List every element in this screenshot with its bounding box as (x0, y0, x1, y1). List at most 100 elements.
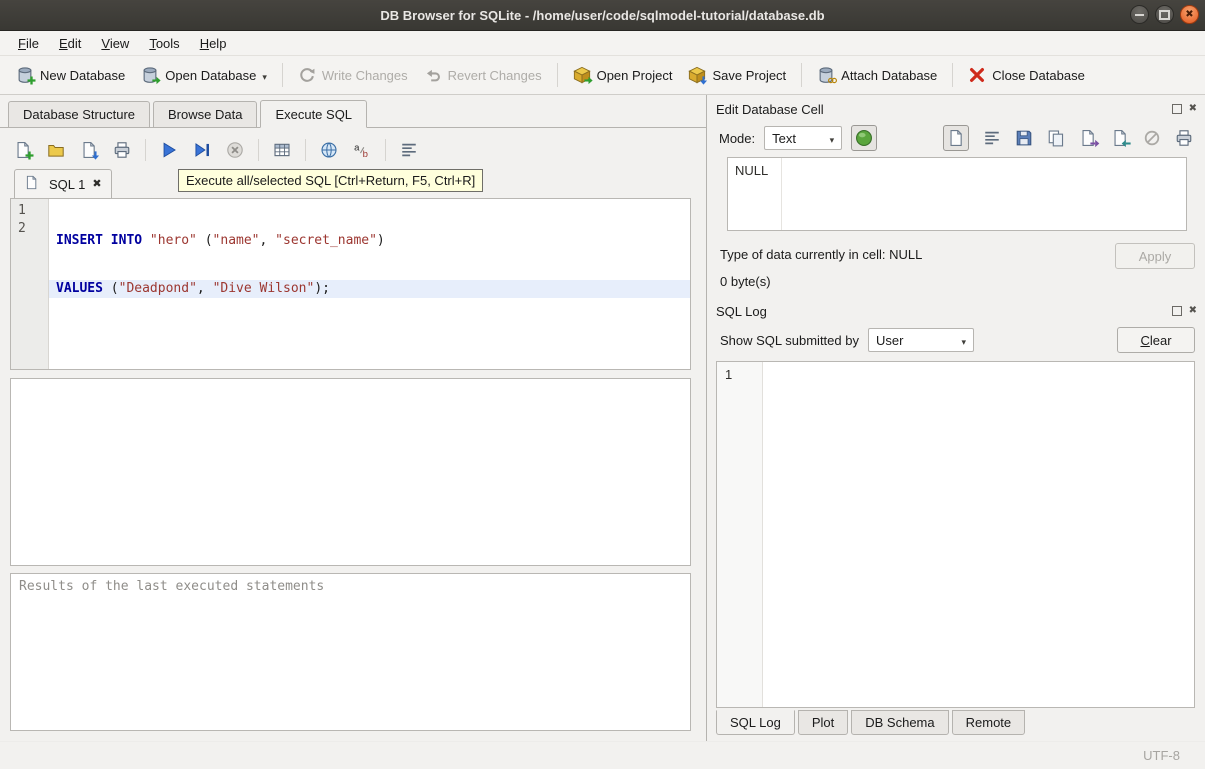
revert-changes-label: Revert Changes (448, 68, 542, 83)
tab-remote[interactable]: Remote (952, 710, 1026, 735)
stop-execution-button[interactable] (222, 137, 248, 163)
toolbar-separator (557, 63, 558, 87)
code-line-2: VALUES ("Deadpond", "Dive Wilson"); (49, 280, 690, 298)
close-tab-icon[interactable] (92, 178, 101, 190)
menu-file[interactable]: File (8, 34, 49, 53)
write-changes-button[interactable]: Write Changes (290, 61, 416, 89)
open-database-dropdown-icon[interactable] (262, 68, 267, 84)
text-doc-icon (947, 129, 965, 147)
execute-sql-tooltip: Execute all/selected SQL [Ctrl+Return, F… (178, 169, 483, 192)
maximize-button[interactable] (1155, 5, 1174, 24)
open-project-icon (573, 66, 591, 84)
new-database-button[interactable]: New Database (8, 61, 133, 89)
sql-token (142, 233, 150, 248)
set-null-icon[interactable] (1143, 129, 1161, 147)
revert-changes-button[interactable]: Revert Changes (416, 61, 550, 89)
sql-string: "Deadpond" (119, 281, 197, 296)
execute-line-button[interactable] (189, 137, 215, 163)
open-file-icon (47, 141, 65, 159)
sql-editor[interactable]: 1 2 INSERT INTO "hero" ("name", "secret_… (10, 198, 691, 370)
tab-execute-sql[interactable]: Execute SQL (260, 100, 367, 128)
apply-button[interactable]: Apply (1115, 243, 1195, 269)
cell-editor[interactable]: NULL (727, 157, 1187, 231)
window-title: DB Browser for SQLite - /home/user/code/… (380, 8, 824, 23)
close-dock-icon[interactable] (1189, 104, 1197, 114)
toolbar-separator (385, 139, 386, 161)
sql-token: ( (103, 281, 119, 296)
export-results-button[interactable] (269, 137, 295, 163)
dock-controls (1172, 104, 1197, 114)
format-sql-button[interactable] (396, 137, 422, 163)
execute-sql-button[interactable] (156, 137, 182, 163)
print-cell-icon[interactable] (1175, 129, 1193, 147)
cell-size-info: 0 byte(s) (707, 269, 1205, 297)
float-dock-icon[interactable] (1172, 306, 1182, 316)
minimize-button[interactable] (1130, 5, 1149, 24)
sql-doc-icon (24, 175, 42, 193)
mode-combobox[interactable]: Text (764, 126, 842, 150)
revert-changes-icon (424, 66, 442, 84)
tab-db-schema[interactable]: DB Schema (851, 710, 948, 735)
window-controls (1130, 5, 1199, 24)
results-message-box[interactable]: Results of the last executed statements (10, 573, 691, 731)
main-tab-bar: Database Structure Browse Data Execute S… (0, 95, 706, 127)
save-project-button[interactable]: Save Project (680, 61, 794, 89)
log-gutter: 1 (717, 362, 763, 707)
mode-label: Mode: (719, 131, 755, 146)
tab-database-structure[interactable]: Database Structure (8, 101, 150, 128)
toolbar-separator (282, 63, 283, 87)
menu-view[interactable]: View (91, 34, 139, 53)
editor-gutter: 1 2 (11, 199, 49, 369)
export-cell-icon[interactable] (1079, 129, 1097, 147)
main-toolbar: New Database Open Database Write Changes… (0, 56, 1205, 95)
toolbar-separator (952, 63, 953, 87)
globe-icon (320, 141, 338, 159)
cell-type-info: Type of data currently in cell: NULL (720, 243, 1115, 262)
new-sql-tab-button[interactable] (10, 137, 36, 163)
combo-arrow-icon (830, 131, 835, 146)
save-sql-file-button[interactable] (76, 137, 102, 163)
text-mode-button[interactable] (943, 125, 969, 151)
cell-info-row: Type of data currently in cell: NULL App… (707, 237, 1205, 269)
tab-sql-log[interactable]: SQL Log (716, 710, 795, 735)
import-cell-icon[interactable] (1111, 129, 1129, 147)
find-replace-button[interactable] (349, 137, 375, 163)
sql-tab-1[interactable]: SQL 1 (14, 169, 112, 198)
results-grid[interactable] (10, 378, 691, 566)
submitted-by-combobox[interactable]: User (868, 328, 974, 352)
open-sql-file-button[interactable] (43, 137, 69, 163)
open-browser-tab-button[interactable] (316, 137, 342, 163)
attach-database-button[interactable]: Attach Database (809, 61, 945, 89)
tab-plot[interactable]: Plot (798, 710, 848, 735)
cell-value: NULL (735, 163, 768, 178)
close-icon (1185, 10, 1193, 20)
close-database-button[interactable]: Close Database (960, 61, 1093, 89)
editor-code[interactable]: INSERT INTO "hero" ("name", "secret_name… (49, 199, 690, 369)
copy-cell-icon[interactable] (1047, 129, 1065, 147)
print-sql-button[interactable] (109, 137, 135, 163)
sql-log-view[interactable]: 1 (716, 361, 1195, 708)
float-dock-icon[interactable] (1172, 104, 1182, 114)
sql-string: "secret_name" (275, 233, 377, 248)
apply-cell-changes-button[interactable] (851, 125, 877, 151)
mode-value: Text (772, 131, 796, 146)
save-project-icon (688, 66, 706, 84)
word-wrap-icon[interactable] (983, 129, 1001, 147)
sql-token: ( (197, 233, 213, 248)
menu-tools[interactable]: Tools (139, 34, 189, 53)
line-number-1: 1 (11, 202, 48, 220)
menu-edit[interactable]: Edit (49, 34, 91, 53)
save-project-label: Save Project (712, 68, 786, 83)
open-project-button[interactable]: Open Project (565, 61, 681, 89)
close-dock-icon[interactable] (1189, 306, 1197, 316)
clear-log-button[interactable]: Clear (1117, 327, 1195, 353)
new-database-label: New Database (40, 68, 125, 83)
open-database-button[interactable]: Open Database (133, 61, 275, 89)
menu-help[interactable]: Help (190, 34, 237, 53)
close-window-button[interactable] (1180, 5, 1199, 24)
execute-icon (160, 141, 178, 159)
right-pane: Edit Database Cell Mode: Text (706, 95, 1205, 741)
tab-browse-data[interactable]: Browse Data (153, 101, 257, 128)
save-cell-icon[interactable] (1015, 129, 1033, 147)
results-placeholder: Results of the last executed statements (19, 579, 324, 594)
